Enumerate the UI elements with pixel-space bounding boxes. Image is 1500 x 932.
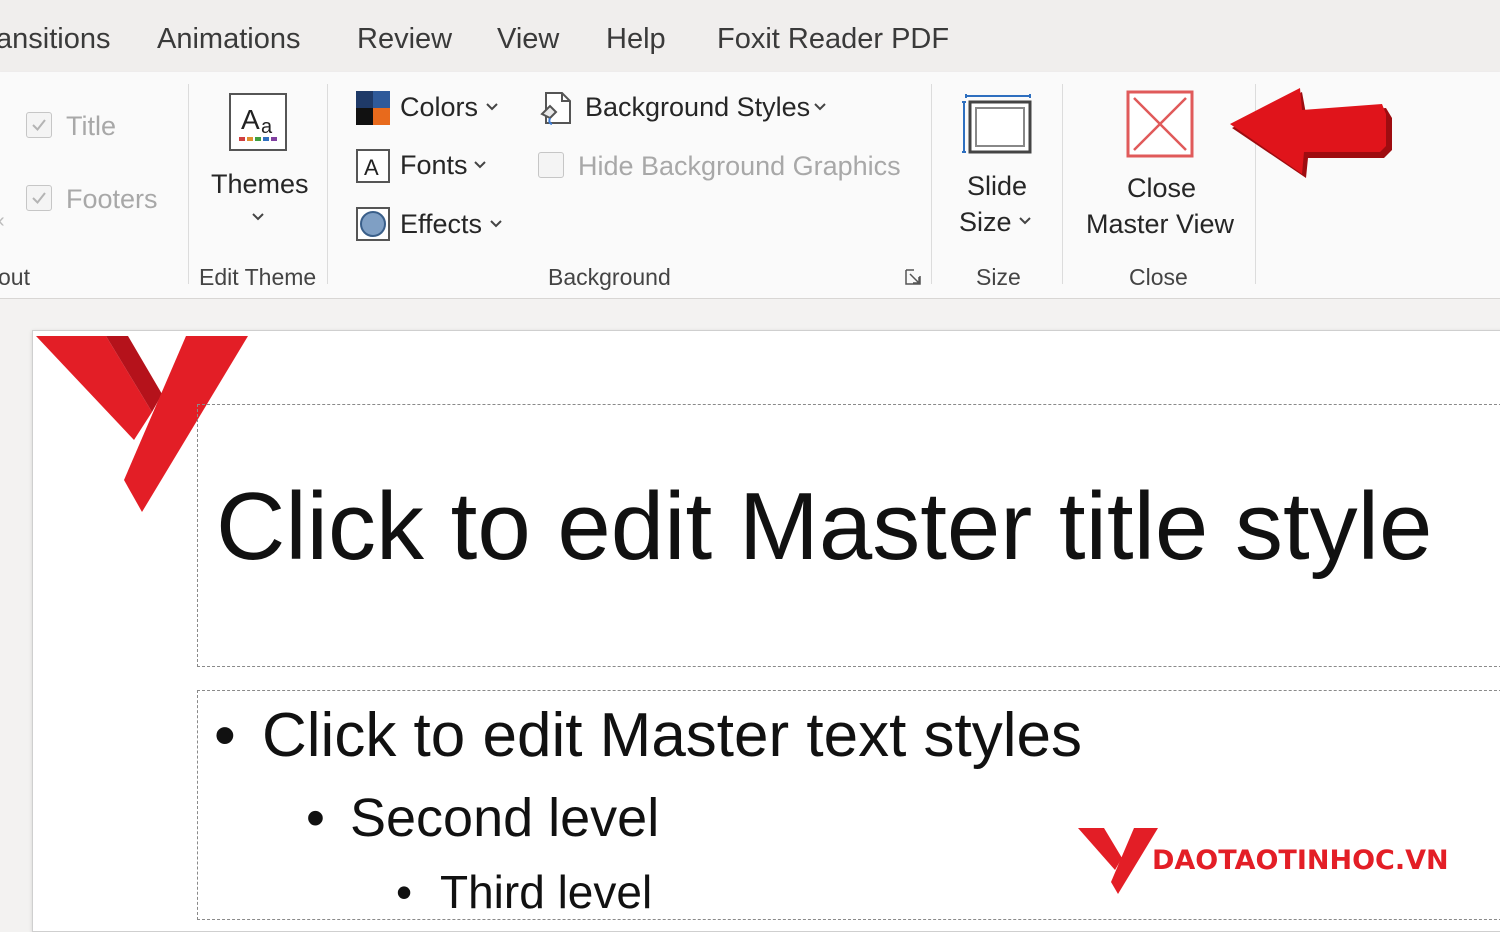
effects-label: Effects <box>400 209 483 239</box>
close-master-view-icon <box>1126 90 1194 158</box>
svg-text:A: A <box>364 155 379 180</box>
tab-view[interactable]: View <box>497 22 559 56</box>
dialog-launcher-icon[interactable] <box>904 268 922 286</box>
master-layout-group: ‹ Title Footers out <box>0 72 188 298</box>
close-label-line2: Master View <box>1086 209 1235 239</box>
fonts-dropdown[interactable]: A Fonts <box>352 146 502 186</box>
red-arrow-icon <box>1230 88 1392 178</box>
check-icon <box>32 119 46 132</box>
colors-label: Colors <box>400 92 479 122</box>
check-icon <box>32 192 46 205</box>
colors-icon <box>356 91 390 125</box>
level2-text[interactable]: Second level <box>350 786 659 850</box>
watermark-text: DAOTAOTINHOC.VN <box>1152 845 1449 876</box>
close-label-line1: Close <box>1127 173 1197 203</box>
chevron-down-icon <box>486 103 498 111</box>
background-styles-dropdown[interactable]: Background Styles <box>536 88 836 128</box>
footers-checkbox[interactable] <box>26 185 52 211</box>
background-styles-label: Background Styles <box>585 92 811 122</box>
level3-text[interactable]: Third level <box>440 864 652 920</box>
bullet-icon: • <box>306 788 325 848</box>
edit-theme-group-label: Edit Theme <box>199 264 317 290</box>
effects-dropdown[interactable]: Effects <box>352 204 512 244</box>
chevron-down-icon <box>814 103 826 111</box>
chevron-down-icon <box>1019 217 1031 225</box>
effects-icon <box>356 207 390 241</box>
tab-help[interactable]: Help <box>606 22 666 56</box>
themes-icon: A a <box>229 93 287 151</box>
footers-checkbox-label: Footers <box>66 184 158 214</box>
colors-dropdown[interactable]: Colors <box>352 88 510 128</box>
group-separator <box>1062 84 1063 284</box>
chevron-down-icon <box>474 161 486 169</box>
master-layout-group-label: out <box>0 264 30 290</box>
close-group-label: Close <box>1129 264 1188 290</box>
svg-text:A: A <box>241 104 260 135</box>
fonts-label: Fonts <box>400 150 468 180</box>
fonts-icon: A <box>356 149 390 183</box>
slide-size-label-line2: Size <box>959 207 1012 237</box>
chevron-down-icon <box>252 213 264 221</box>
watermark-logo-icon <box>1078 828 1158 894</box>
slide-size-button[interactable]: Slide Size <box>948 86 1048 246</box>
bullet-icon: • <box>214 701 236 770</box>
size-group-label: Size <box>976 264 1021 290</box>
title-checkbox[interactable] <box>26 112 52 138</box>
group-separator <box>931 84 932 284</box>
svg-text:a: a <box>261 116 273 138</box>
slide-title-text[interactable]: Click to edit Master title style <box>216 472 1432 582</box>
tab-animations[interactable]: Animations <box>157 22 300 56</box>
tab-transitions[interactable]: ansitions <box>0 22 110 56</box>
ribbon: ‹ Title Footers out A a Themes Edit Them… <box>0 72 1500 299</box>
background-styles-icon <box>540 92 571 125</box>
slide-size-label-line1: Slide <box>967 171 1028 201</box>
group-separator <box>188 84 189 284</box>
ribbon-tab-bar: ansitions Animations Review View Help Fo… <box>0 0 1500 72</box>
group-separator <box>327 84 328 284</box>
hide-background-graphics-label: Hide Background Graphics <box>578 151 901 181</box>
tab-foxit-reader-pdf[interactable]: Foxit Reader PDF <box>717 22 949 56</box>
background-group-label: Background <box>548 264 671 290</box>
title-checkbox-label: Title <box>66 111 117 141</box>
level1-text[interactable]: Click to edit Master text styles <box>262 700 1082 772</box>
close-master-view-button[interactable]: Close Master View <box>1074 82 1246 252</box>
themes-label: Themes <box>211 169 309 199</box>
bullet-icon: • <box>396 866 413 918</box>
chevron-down-icon <box>490 220 502 228</box>
chevron-left-icon: ‹ <box>0 210 5 233</box>
tab-review[interactable]: Review <box>357 22 452 56</box>
hide-background-graphics-checkbox[interactable] <box>538 152 564 178</box>
themes-button[interactable]: A a Themes <box>196 82 320 242</box>
slide-size-icon <box>962 94 1032 154</box>
